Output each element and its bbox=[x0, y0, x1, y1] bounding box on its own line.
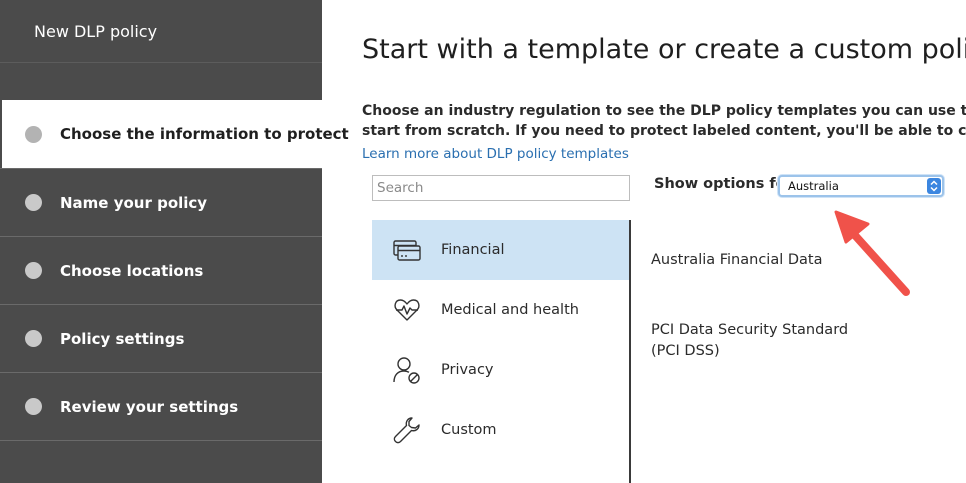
list-divider bbox=[629, 220, 631, 483]
country-select[interactable]: Australia bbox=[778, 175, 944, 197]
category-label: Privacy bbox=[441, 362, 494, 378]
step-indicator-icon bbox=[25, 125, 42, 143]
wizard-title: New DLP policy bbox=[34, 22, 158, 41]
category-label: Financial bbox=[441, 242, 505, 258]
step-label: Review your settings bbox=[60, 397, 239, 416]
step-choose-locations[interactable]: Choose locations bbox=[0, 236, 322, 304]
category-label: Medical and health bbox=[441, 302, 579, 318]
category-privacy[interactable]: Privacy bbox=[372, 340, 629, 400]
step-label: Choose locations bbox=[60, 261, 204, 280]
template-label: Australia Financial Data bbox=[651, 252, 823, 268]
template-australia-financial-data[interactable]: Australia Financial Data bbox=[651, 250, 822, 271]
step-name-policy[interactable]: Name your policy bbox=[0, 168, 322, 236]
step-indicator-icon bbox=[25, 398, 42, 415]
category-label: Custom bbox=[441, 422, 497, 438]
show-options-label: Show options for bbox=[654, 176, 793, 192]
learn-more-link[interactable]: Learn more about DLP policy templates bbox=[362, 146, 629, 162]
credit-card-icon bbox=[392, 235, 422, 265]
category-financial[interactable]: Financial bbox=[372, 220, 629, 280]
category-custom[interactable]: Custom bbox=[372, 400, 629, 460]
step-indicator-icon bbox=[25, 330, 42, 347]
step-indicator-icon bbox=[25, 194, 42, 211]
step-review-settings[interactable]: Review your settings bbox=[0, 372, 322, 440]
step-indicator-icon bbox=[25, 262, 42, 279]
wrench-icon bbox=[392, 415, 422, 445]
dlp-policy-wizard: New DLP policy Choose the information to… bbox=[0, 0, 966, 483]
category-list: Financial Medical and health Privacy Cus… bbox=[372, 220, 630, 483]
step-label: Choose the information to protect bbox=[60, 125, 349, 143]
template-pci-dss[interactable]: PCI Data Security Standard (PCI DSS) bbox=[651, 320, 861, 362]
category-medical-health[interactable]: Medical and health bbox=[372, 280, 629, 340]
description-line: Choose an industry regulation to see the… bbox=[362, 103, 966, 119]
step-policy-settings[interactable]: Policy settings bbox=[0, 304, 322, 372]
person-block-icon bbox=[392, 355, 422, 385]
description-line: start from scratch. If you need to prote… bbox=[362, 123, 966, 139]
step-label: Name your policy bbox=[60, 193, 208, 212]
description: Choose an industry regulation to see the… bbox=[362, 101, 966, 141]
annotation-arrow-icon bbox=[834, 210, 910, 296]
heart-pulse-icon bbox=[392, 295, 422, 325]
step-choose-information[interactable]: Choose the information to protect bbox=[2, 100, 349, 168]
page-title: Start with a template or create a custom… bbox=[362, 34, 966, 65]
search-input[interactable] bbox=[372, 175, 630, 201]
select-stepper-icon bbox=[927, 178, 941, 194]
divider bbox=[0, 62, 322, 63]
step-label: Policy settings bbox=[60, 329, 185, 348]
country-select-value: Australia bbox=[788, 179, 839, 193]
template-label: PCI Data Security Standard (PCI DSS) bbox=[651, 322, 849, 359]
wizard-sidebar: New DLP policy Choose the information to… bbox=[0, 0, 349, 483]
divider bbox=[0, 440, 322, 483]
